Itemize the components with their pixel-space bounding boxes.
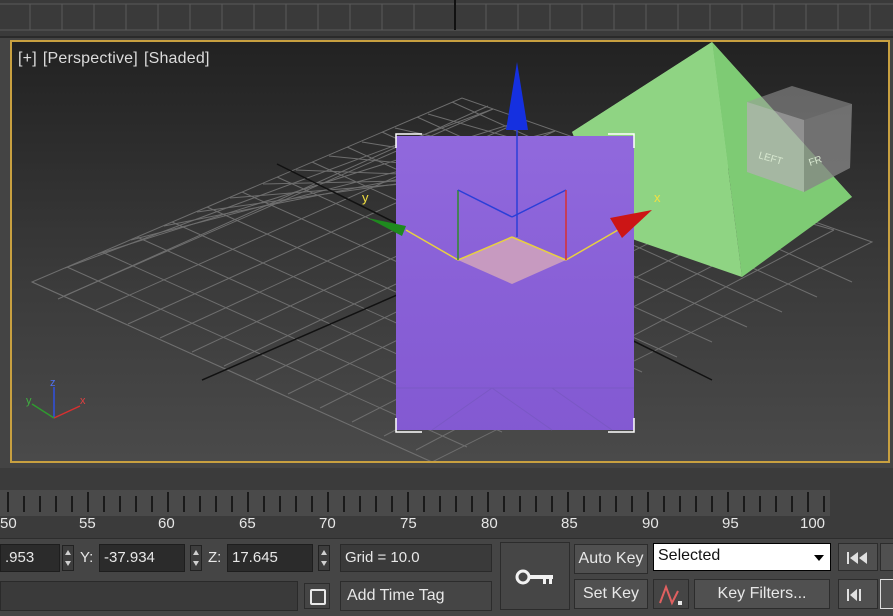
timeline-tick-label: 60 xyxy=(158,515,175,532)
timeline-tick-label: 95 xyxy=(722,515,739,532)
tripod-y-label: y xyxy=(26,395,32,407)
timeline-tick-label: 90 xyxy=(642,515,659,532)
top-grid-strip xyxy=(0,0,893,31)
x-coordinate-field[interactable]: .953 xyxy=(0,544,60,572)
selection-set-value: Selected xyxy=(658,547,721,564)
status-bar: .953 Y: -37.934 Z: 17.645 Grid = 10.0 Au… xyxy=(0,538,893,616)
maxscript-listener-field[interactable] xyxy=(0,581,298,611)
selection-lock-icon xyxy=(310,589,326,605)
z-spinner[interactable] xyxy=(318,545,330,571)
timeline-tick-label: 50 xyxy=(0,515,17,532)
top-viewport-strip xyxy=(0,0,893,38)
timeline-tick-label: 100 xyxy=(800,515,826,532)
y-label: Y: xyxy=(80,549,94,566)
viewport-shading-menu[interactable]: [Shaded] xyxy=(144,50,210,67)
selection-set-dropdown[interactable]: Selected xyxy=(653,543,831,571)
trackbar-ticks xyxy=(0,490,893,516)
default-tangents-button[interactable] xyxy=(653,579,689,609)
tripod-x-label: x xyxy=(80,395,86,407)
set-key-mode-button[interactable] xyxy=(500,542,570,610)
chevron-down-icon xyxy=(814,555,824,561)
viewport-menu-plus[interactable]: [+] xyxy=(18,50,37,67)
timeline-tick-label: 80 xyxy=(481,515,498,532)
selected-box-object[interactable] xyxy=(396,136,634,430)
go-to-start-icon xyxy=(847,552,867,564)
gizmo-y-label: y xyxy=(362,190,369,205)
go-to-start-button[interactable] xyxy=(838,543,878,571)
key-icon xyxy=(515,569,553,585)
current-frame-field[interactable] xyxy=(880,579,893,609)
isolate-selection-button[interactable] xyxy=(304,583,330,609)
auto-key-button[interactable]: Auto Key xyxy=(574,544,648,574)
key-mode-icon xyxy=(847,589,861,601)
timeline-tick-label: 70 xyxy=(319,515,336,532)
timeline-tick-label: 55 xyxy=(79,515,96,532)
perspective-viewport[interactable]: LEFT FR y x z x y [+] [Perspective] [Sha… xyxy=(10,40,890,463)
key-filters-button[interactable]: Key Filters... xyxy=(694,579,830,609)
viewport-view-menu[interactable]: [Perspective] xyxy=(43,50,138,67)
key-mode-toggle-button[interactable] xyxy=(838,579,878,609)
timeline-tick-label: 75 xyxy=(400,515,417,532)
y-spinner[interactable] xyxy=(190,545,202,571)
viewport-scene[interactable]: LEFT FR y x z x y xyxy=(12,42,888,461)
grid-spacing-display: Grid = 10.0 xyxy=(340,544,492,572)
set-key-button[interactable]: Set Key xyxy=(574,579,648,609)
tangent-curve-icon xyxy=(659,584,682,606)
viewport-label[interactable]: [+] [Perspective] [Shaded] xyxy=(18,50,216,68)
y-coordinate-field[interactable]: -37.934 xyxy=(99,544,185,572)
previous-frame-button[interactable] xyxy=(880,543,893,571)
gizmo-x-label: x xyxy=(654,190,661,205)
z-label: Z: xyxy=(208,549,222,566)
trackbar[interactable]: 50 55 60 65 70 75 80 85 90 95 100 xyxy=(0,468,893,538)
add-time-tag-button[interactable]: Add Time Tag xyxy=(340,581,492,611)
z-coordinate-field[interactable]: 17.645 xyxy=(227,544,313,572)
timeline-tick-label: 65 xyxy=(239,515,256,532)
x-spinner[interactable] xyxy=(62,545,74,571)
tripod-z-label: z xyxy=(50,377,56,389)
timeline-tick-label: 85 xyxy=(561,515,578,532)
view-cube[interactable]: LEFT FR xyxy=(747,86,852,192)
axis-tripod: z x y xyxy=(26,377,86,419)
